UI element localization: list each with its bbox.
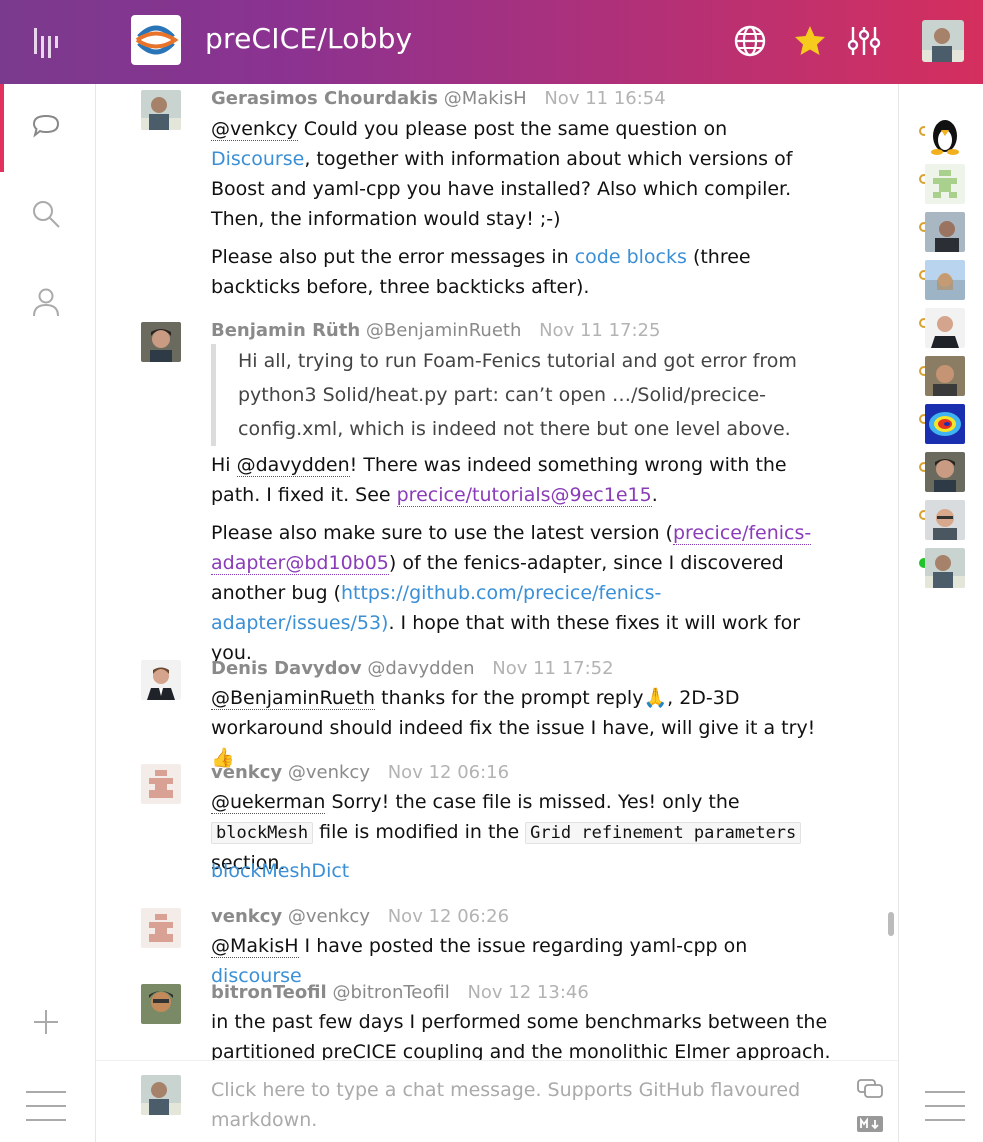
person-avatar[interactable] xyxy=(925,452,965,492)
timestamp[interactable]: Nov 11 16:54 xyxy=(544,88,665,109)
add-icon[interactable] xyxy=(28,1004,64,1040)
person-avatar[interactable] xyxy=(925,356,965,396)
message-text: @BenjaminRueth thanks for the prompt rep… xyxy=(211,687,816,769)
person-avatar[interactable] xyxy=(925,548,965,588)
author-handle[interactable]: @bitronTeofil xyxy=(332,982,449,1003)
person-avatar[interactable] xyxy=(925,116,965,156)
gitter-bars-icon[interactable] xyxy=(22,24,68,60)
timestamp[interactable]: Nov 11 17:25 xyxy=(539,320,660,341)
message-text: Hi @davydden! There was indeed something… xyxy=(211,454,787,507)
mention[interactable]: @venkcy xyxy=(211,118,298,141)
person-avatar[interactable] xyxy=(925,164,965,204)
inline-code: blockMesh xyxy=(211,822,314,844)
avatar[interactable] xyxy=(141,322,181,362)
star-icon[interactable] xyxy=(792,22,828,60)
avatar[interactable] xyxy=(141,764,181,804)
person-avatar[interactable] xyxy=(925,500,965,540)
timestamp[interactable]: Nov 12 06:16 xyxy=(388,762,509,783)
person-avatar[interactable] xyxy=(925,212,965,252)
avatar[interactable] xyxy=(141,984,181,1024)
author-name[interactable]: bitronTeofil xyxy=(211,982,327,1003)
message-text: Please also put the error messages in co… xyxy=(211,246,751,298)
avatar xyxy=(141,1075,181,1115)
message-text: blockMeshDict xyxy=(211,856,831,886)
person-avatar[interactable] xyxy=(925,404,965,444)
mention[interactable]: @davydden xyxy=(236,454,350,477)
person-avatar[interactable] xyxy=(925,308,965,348)
menu-icon[interactable] xyxy=(24,1084,68,1121)
message-text: Please also make sure to use the latest … xyxy=(211,522,812,664)
person-avatar[interactable] xyxy=(925,260,965,300)
room-avatar[interactable] xyxy=(131,15,181,65)
message-composer: Click here to type a chat message. Suppo… xyxy=(96,1060,898,1142)
author-handle[interactable]: @MakisH xyxy=(444,88,527,109)
author-name[interactable]: Gerasimos Chourdakis xyxy=(211,88,438,109)
avatar[interactable] xyxy=(141,90,181,130)
left-navigation xyxy=(0,84,96,1142)
user-avatar[interactable] xyxy=(922,20,964,62)
blockquote: Hi all, trying to run Foam-Fenics tutori… xyxy=(211,344,831,446)
mention[interactable]: @MakisH xyxy=(211,935,299,958)
menu-icon[interactable] xyxy=(923,1084,967,1124)
link[interactable]: code blocks xyxy=(575,246,687,268)
author-handle[interactable]: @davydden xyxy=(367,658,474,679)
timestamp[interactable]: Nov 11 17:52 xyxy=(492,658,613,679)
author-handle[interactable]: @venkcy xyxy=(288,906,370,927)
timestamp[interactable]: Nov 12 06:26 xyxy=(388,906,509,927)
message-text: in the past few days I performed some be… xyxy=(211,1011,831,1060)
timestamp[interactable]: Nov 12 13:46 xyxy=(467,982,588,1003)
room-title: preCICE/Lobby xyxy=(205,22,413,55)
author-handle[interactable]: @venkcy xyxy=(288,762,370,783)
search-icon[interactable] xyxy=(28,196,64,232)
globe-icon[interactable] xyxy=(732,22,768,60)
author-name[interactable]: venkcy xyxy=(211,906,282,927)
chat-input[interactable]: Click here to type a chat message. Suppo… xyxy=(211,1075,801,1135)
chat-scrollbar[interactable] xyxy=(888,912,894,936)
chat-messages[interactable]: Gerasimos Chourdakis @MakisH Nov 11 16:5… xyxy=(96,84,898,1060)
author-name[interactable]: Denis Davydov xyxy=(211,658,362,679)
message-text: @venkcy Could you please post the same q… xyxy=(211,118,793,230)
markdown-icon[interactable] xyxy=(856,1115,884,1137)
chat-bubbles-icon[interactable] xyxy=(856,1077,884,1105)
settings-sliders-icon[interactable] xyxy=(846,22,882,60)
author-name[interactable]: venkcy xyxy=(211,762,282,783)
people-sidebar xyxy=(898,84,983,1142)
author-name[interactable]: Benjamin Rüth xyxy=(211,320,360,341)
mention[interactable]: @uekerman xyxy=(211,791,326,814)
author-handle[interactable]: @BenjaminRueth xyxy=(366,320,521,341)
link[interactable]: Discourse xyxy=(211,148,304,170)
person-icon[interactable] xyxy=(28,284,64,320)
commit-link[interactable]: precice/tutorials@9ec1e15 xyxy=(396,484,652,507)
active-indicator xyxy=(0,84,4,172)
top-header: preCICE/Lobby xyxy=(0,0,983,84)
avatar[interactable] xyxy=(141,908,181,948)
inline-code: Grid refinement parameters xyxy=(525,822,802,844)
mention[interactable]: @BenjaminRueth xyxy=(211,687,376,710)
avatar[interactable] xyxy=(141,660,181,700)
pray-emoji: 🙏 xyxy=(643,687,668,709)
link[interactable]: blockMeshDict xyxy=(211,860,349,882)
chat-bubble-icon[interactable] xyxy=(28,108,64,144)
